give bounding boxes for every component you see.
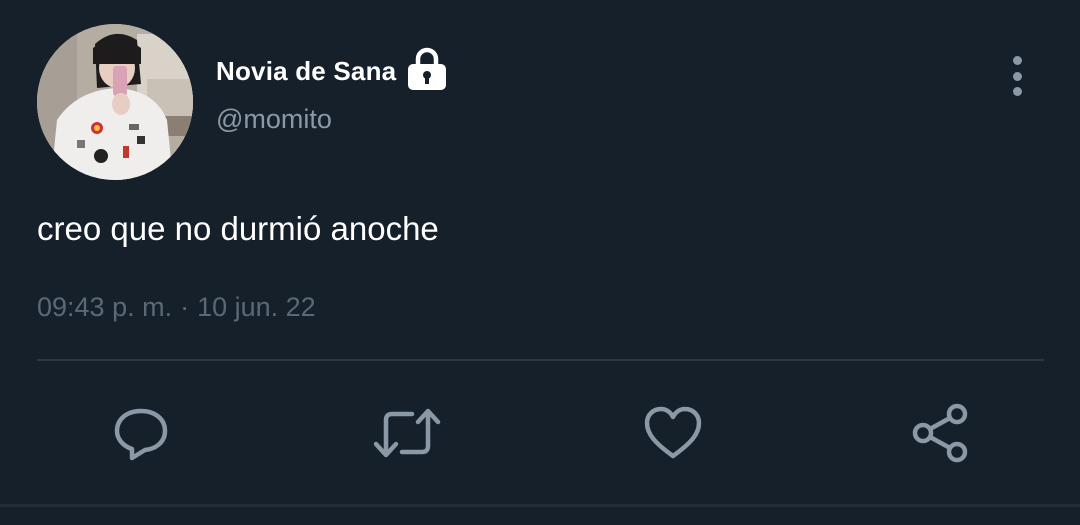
avatar[interactable]	[37, 24, 193, 180]
author-handle[interactable]: @momito	[216, 104, 332, 135]
retweet-button[interactable]	[372, 400, 442, 466]
more-dot	[1012, 87, 1022, 96]
heart-icon	[644, 406, 702, 459]
timestamp-separator: ·	[180, 292, 190, 322]
tweet-time: 09:43 p. m.	[37, 292, 173, 322]
more-dot	[1012, 56, 1022, 65]
tweet-text: creo que no durmió anoche	[37, 210, 439, 247]
tweet-date: 10 jun. 22	[197, 292, 316, 322]
bottom-divider	[0, 504, 1080, 507]
share-button[interactable]	[905, 400, 975, 466]
author-display-name[interactable]: Novia de Sana	[216, 56, 396, 87]
more-vertical-icon[interactable]	[1004, 56, 1030, 96]
avatar-image	[37, 24, 193, 180]
more-dot	[1012, 71, 1022, 81]
reply-button[interactable]	[106, 400, 176, 466]
lock-icon	[406, 45, 448, 91]
tweet-timestamp: 09:43 p. m. · 10 jun. 22	[37, 292, 316, 323]
divider	[37, 359, 1044, 361]
reply-icon	[114, 408, 168, 461]
share-icon	[912, 403, 968, 463]
retweet-icon	[373, 408, 441, 458]
like-button[interactable]	[638, 400, 708, 466]
author-name-row: Novia de Sana	[216, 40, 448, 102]
